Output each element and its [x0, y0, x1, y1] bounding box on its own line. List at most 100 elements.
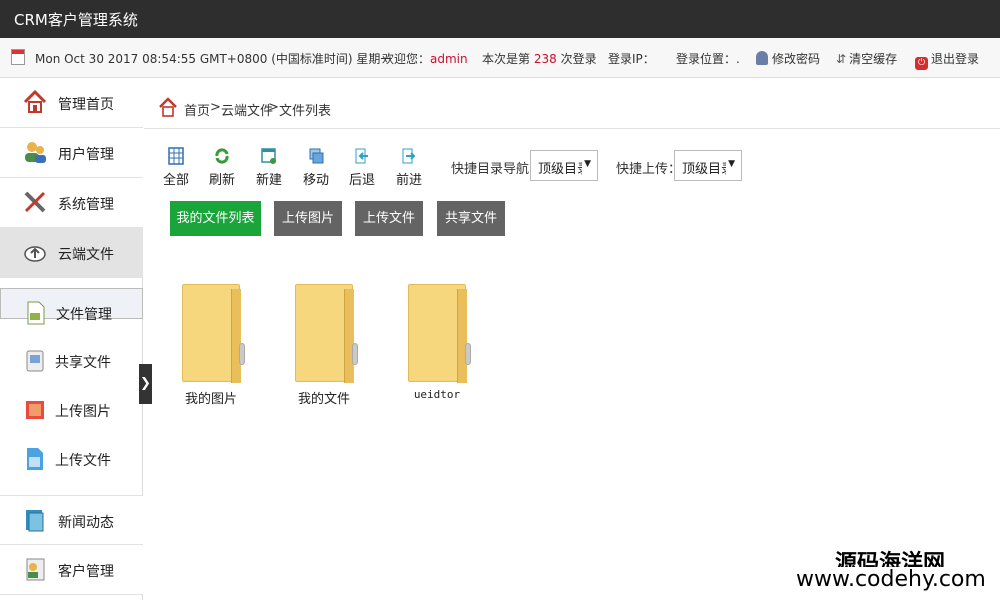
toolbar-all-label: 全部	[162, 173, 189, 188]
refresh-arrows-icon: ⇵	[836, 52, 847, 66]
sidebar-item-news[interactable]: 新闻动态	[0, 495, 143, 545]
move-icon	[309, 148, 324, 164]
quick-upload-label: 快捷上传：	[616, 162, 682, 177]
my-files-button[interactable]: 我的文件列表	[170, 201, 261, 236]
quick-nav-value: 顶级目录	[538, 162, 582, 177]
sidebar: 管理首页 用户管理 系统管理 云端文件 文件管理 共享文件 上传图片 上传文件 …	[0, 78, 143, 600]
folder-item[interactable]: ueidtor	[402, 282, 472, 407]
quick-nav-label: 快捷目录导航：	[451, 162, 543, 177]
sidebar-subitem-label: 文件管理	[56, 307, 112, 323]
file-icon	[27, 301, 45, 325]
sidebar-item-label: 客户管理	[58, 564, 114, 580]
upload-image-button[interactable]: 上传图片	[274, 201, 342, 236]
toolbar-move-button[interactable]: 移动	[299, 147, 333, 189]
welcome-text: 欢迎您：admin	[382, 50, 468, 67]
quick-nav-select[interactable]: 顶级目录 ▼	[530, 150, 598, 181]
change-password-label: 修改密码	[772, 52, 821, 66]
image-icon	[26, 401, 44, 419]
grid-icon	[168, 147, 184, 165]
username: admin	[430, 52, 468, 66]
login-count: 238	[533, 52, 557, 66]
watermark-url: www.codehy.com	[796, 567, 986, 592]
sidebar-item-home[interactable]: 管理首页	[0, 78, 143, 128]
breadcrumb-separator: >	[210, 100, 221, 115]
sidebar-item-label: 管理首页	[58, 97, 114, 113]
share-files-button[interactable]: 共享文件	[437, 201, 505, 236]
upload-file-icon	[27, 448, 43, 470]
back-icon	[355, 148, 368, 164]
sidebar-subitem-shared[interactable]: 共享文件	[0, 337, 143, 386]
dropdown-arrow-icon: ▼	[728, 159, 735, 169]
customer-icon	[26, 558, 45, 581]
folder-label: 我的文件	[297, 392, 350, 407]
top-bar: CRM客户管理系统	[0, 0, 1000, 38]
header-divider	[144, 128, 1000, 129]
quick-upload-value: 顶级目录	[682, 162, 726, 177]
share-icon	[26, 350, 44, 372]
calendar-icon	[11, 49, 25, 65]
sidebar-subitem-label: 上传文件	[55, 453, 111, 469]
folder-label: ueidtor	[413, 388, 461, 401]
toolbar-new-button[interactable]: 新建	[252, 147, 286, 189]
tools-icon	[24, 191, 46, 213]
folder-item[interactable]: 我的文件	[289, 282, 359, 407]
new-icon	[261, 148, 276, 164]
toolbar-back-button[interactable]: 后退	[345, 147, 379, 189]
sidebar-toggle-button[interactable]: ❯	[139, 364, 152, 404]
upload-file-button[interactable]: 上传文件	[355, 201, 423, 236]
sidebar-subitem-file-manage[interactable]: 文件管理	[0, 288, 143, 325]
sidebar-item-label: 系统管理	[58, 197, 114, 213]
sidebar-item-label: 新闻动态	[58, 515, 114, 531]
folder-icon	[408, 284, 471, 383]
folder-icon	[182, 284, 245, 383]
forward-icon	[402, 148, 416, 164]
toolbar-refresh-button[interactable]: 刷新	[205, 147, 239, 189]
folder-icon	[295, 284, 358, 383]
breadcrumb-current: 文件列表	[279, 104, 332, 119]
refresh-icon	[215, 148, 229, 164]
login-location: 登录位置：.	[676, 52, 740, 66]
welcome-prefix: 欢迎您：	[382, 52, 431, 66]
sidebar-item-users[interactable]: 用户管理	[0, 128, 143, 178]
sidebar-item-label: 用户管理	[58, 147, 114, 163]
sidebar-subitem-upload-image[interactable]: 上传图片	[0, 386, 143, 435]
info-bar: Mon Oct 30 2017 08:54:55 GMT+0800 (中国标准时…	[0, 38, 1000, 78]
login-prefix: 本次是第	[482, 52, 531, 66]
sidebar-subitem-label: 共享文件	[55, 355, 111, 371]
toolbar-back-label: 后退	[348, 173, 375, 188]
breadcrumb-cloud[interactable]: 云端文件	[221, 100, 273, 119]
toolbar-refresh-label: 刷新	[208, 173, 235, 188]
login-ip: 登录IP：	[608, 52, 655, 66]
quick-upload-select[interactable]: 顶级目录 ▼	[674, 150, 742, 181]
toolbar-new-label: 新建	[255, 173, 282, 188]
sidebar-item-cloud[interactable]: 云端文件	[0, 228, 143, 278]
login-suffix: 次登录	[560, 52, 597, 66]
cloud-icon	[24, 246, 46, 262]
clear-cache-link[interactable]: ⇵ 清空缓存	[836, 50, 897, 67]
users-icon	[25, 142, 46, 163]
toolbar-all-button[interactable]: 全部	[159, 147, 193, 189]
dropdown-arrow-icon: ▼	[584, 159, 591, 169]
app-title: CRM客户管理系统	[14, 11, 138, 29]
folder-item[interactable]: 我的图片	[176, 282, 246, 407]
logout-label: 退出登录	[931, 52, 980, 66]
news-icon	[26, 510, 44, 532]
login-count-text: 本次是第 238 次登录	[482, 50, 597, 67]
sidebar-item-customers[interactable]: 客户管理	[0, 545, 143, 595]
logout-link[interactable]: ⏻ 退出登录	[915, 50, 979, 70]
toolbar-move-label: 移动	[302, 173, 329, 188]
change-password-link[interactable]: 修改密码	[756, 50, 820, 67]
home-icon	[159, 97, 177, 117]
folder-label: 我的图片	[184, 392, 237, 407]
sidebar-subitem-upload-file[interactable]: 上传文件	[0, 435, 143, 484]
clear-cache-label: 清空缓存	[849, 52, 898, 66]
datetime-text: Mon Oct 30 2017 08:54:55 GMT+0800 (中国标准时…	[35, 52, 393, 66]
sidebar-item-label: 云端文件	[58, 247, 114, 263]
power-icon: ⏻	[915, 57, 928, 70]
breadcrumb-home[interactable]: 首页	[184, 100, 210, 119]
sidebar-subitem-label: 上传图片	[55, 404, 111, 420]
sidebar-item-system[interactable]: 系统管理	[0, 178, 143, 228]
breadcrumb-separator: >	[268, 100, 279, 115]
toolbar-forward-button[interactable]: 前进	[392, 147, 426, 189]
home-icon	[23, 89, 47, 113]
